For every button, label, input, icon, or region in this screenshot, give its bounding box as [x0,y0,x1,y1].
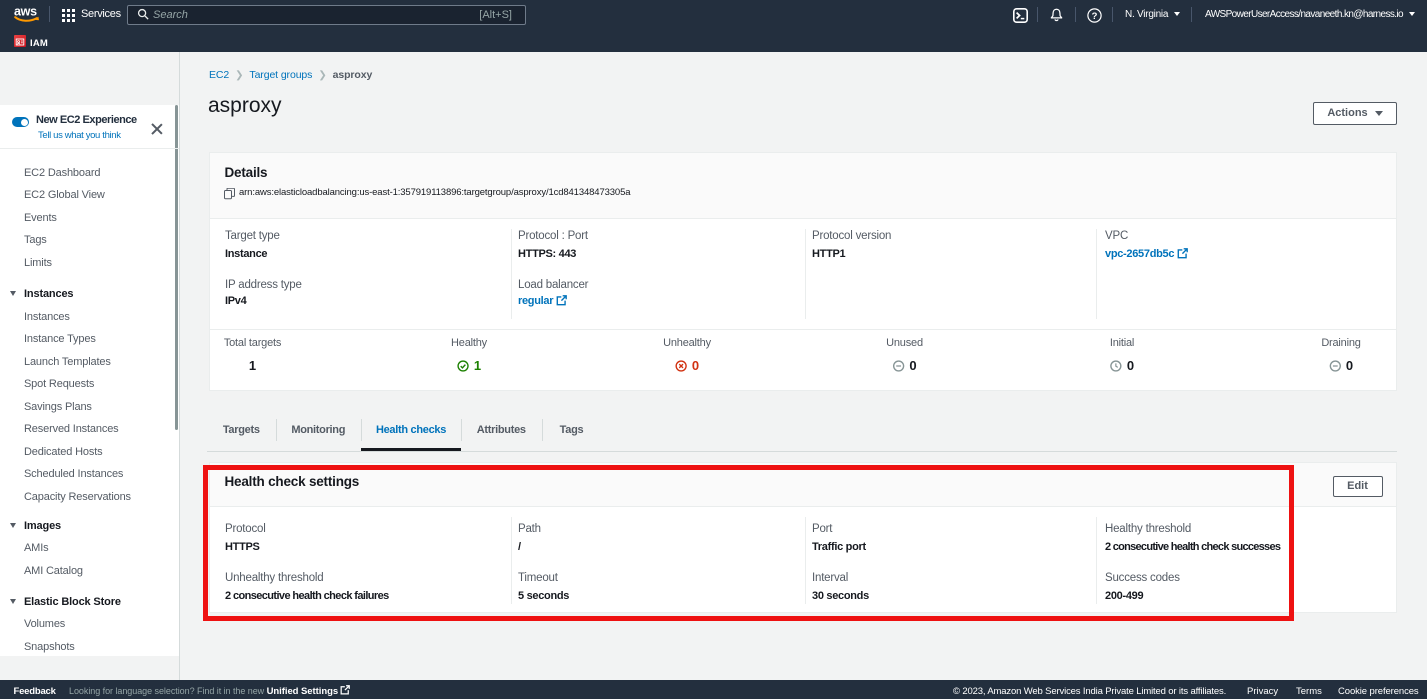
svg-text:aws: aws [14,5,37,19]
svg-text:?: ? [1092,11,1098,22]
